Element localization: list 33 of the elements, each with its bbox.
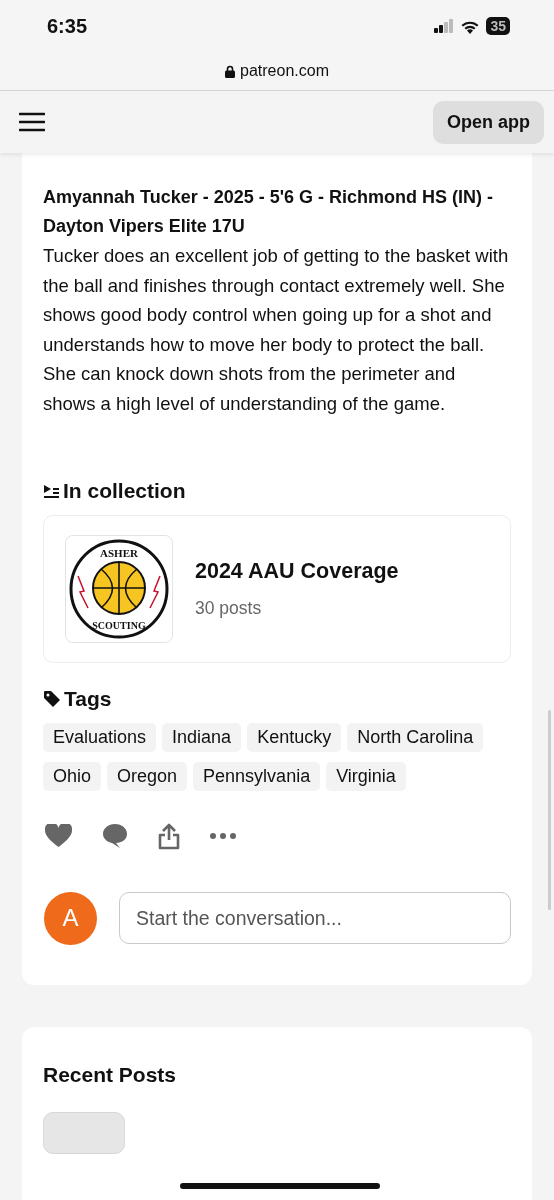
- tag-icon: [43, 689, 61, 708]
- post-heading: Amyannah Tucker - 2025 - 5'6 G - Richmond HS (IN) - Dayton Vipers Elite 17U: [43, 186, 495, 238]
- post-body: Tucker does an excellent job of getting to the basket with the ball and finishes through contact extremely well. She shows good body control when going up for a shot and understands how to move her body to protect the ball. She can knock down shots from the perimeter and shows a high level of understanding of the game.: [43, 244, 510, 416]
- tag-chip[interactable]: Evaluations: [43, 722, 157, 752]
- tag-chip[interactable]: Oregon: [107, 761, 188, 791]
- user-avatar: A: [44, 891, 97, 945]
- post-thumbnail[interactable]: [43, 1111, 125, 1154]
- menu-icon[interactable]: [19, 112, 45, 132]
- open-app-button[interactable]: Open app: [433, 100, 544, 144]
- comment-field[interactable]: Start the conversation...: [119, 892, 511, 945]
- collection-card[interactable]: ASHER SCOUTING 2024 AAU Coverage 30 posts: [43, 514, 511, 663]
- tag-chip[interactable]: Indiana: [162, 722, 242, 752]
- status-time: 6:35: [47, 14, 88, 38]
- signal-icon: [434, 19, 455, 33]
- more-icon[interactable]: [210, 833, 236, 840]
- collection-title: 2024 AAU Coverage: [195, 558, 399, 584]
- tag-chip[interactable]: Ohio: [43, 761, 102, 791]
- tag-chip[interactable]: Virginia: [326, 761, 406, 791]
- section-heading: Tags: [64, 686, 112, 711]
- heart-icon[interactable]: [45, 824, 72, 849]
- section-heading: Recent Posts: [43, 1062, 178, 1087]
- playlist-icon: [43, 483, 60, 498]
- battery-level: 35: [486, 17, 510, 35]
- comment-icon[interactable]: [102, 823, 128, 850]
- share-icon[interactable]: [158, 822, 180, 850]
- section-heading: In collection: [63, 478, 186, 503]
- tag-chip[interactable]: North Carolina: [347, 722, 484, 752]
- basketball-logo: ASHER SCOUTING: [65, 534, 173, 643]
- tag-chip[interactable]: Pennsylvania: [193, 761, 321, 791]
- lock-icon: [225, 64, 236, 78]
- tag-chip[interactable]: Kentucky: [247, 722, 342, 752]
- url-text[interactable]: patreon.com: [240, 62, 329, 80]
- post-count: 30 posts: [195, 597, 263, 619]
